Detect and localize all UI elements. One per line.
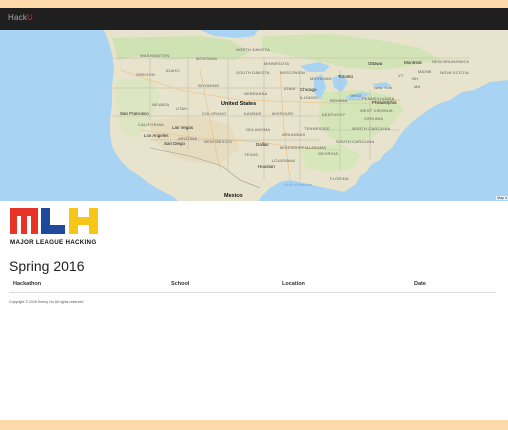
label-louisiana: LOUISIANA xyxy=(272,158,296,163)
label-missouri: MISSOURI xyxy=(272,111,294,116)
label-idaho: IDAHO xyxy=(166,68,180,73)
label-tennessee: TENNESSEE xyxy=(304,126,331,131)
label-california: CALIFORNIA xyxy=(138,122,165,127)
city-toronto: Toronto xyxy=(338,74,354,79)
label-texas: TEXAS xyxy=(244,152,259,157)
label-mexico: Mexico xyxy=(224,193,243,199)
column-header-date[interactable]: Date xyxy=(414,281,426,287)
footer-copyright: Copyright © 2016 Kenny Ho All rights res… xyxy=(9,300,84,304)
city-chicago: Chicago xyxy=(300,87,317,92)
label-new-mexico: NEW MEXICO xyxy=(204,139,233,144)
label-maine: MAINE xyxy=(418,69,432,74)
page-title: Spring 2016 xyxy=(9,258,85,274)
bottom-band xyxy=(0,420,508,430)
label-utah: UTAH xyxy=(176,106,188,111)
label-wyoming: WYOMING xyxy=(198,83,220,88)
brand-prefix: Hack xyxy=(8,13,28,22)
label-georgia: GEORGIA xyxy=(318,151,339,156)
label-oklahoma: OKLAHOMA xyxy=(246,127,271,132)
city-san-diego: San Diego xyxy=(164,141,186,146)
top-band xyxy=(0,0,508,8)
city-las-vegas: Las Vegas xyxy=(172,125,194,130)
label-iowa: IOWA xyxy=(284,86,296,91)
city-new-york: New York xyxy=(374,85,393,90)
mlh-logo[interactable]: MAJOR LEAGUE HACKING xyxy=(10,206,102,252)
label-united-states: United States xyxy=(221,101,257,107)
mlh-logo-h-bar xyxy=(69,217,98,225)
label-alabama: ALABAMA xyxy=(306,145,327,150)
label-south-dakota: SOUTH DAKOTA xyxy=(236,70,270,75)
label-montana: MONTANA xyxy=(196,56,218,61)
label-arkansas: ARKANSAS xyxy=(282,132,306,137)
label-washington: WASHINGTON xyxy=(140,53,170,58)
mlh-logo-m-cut-left xyxy=(17,216,21,234)
brand-logo[interactable]: HackU xyxy=(8,13,33,22)
label-ma: MA xyxy=(414,84,421,89)
city-dallas: Dallas xyxy=(256,142,269,147)
label-wisconsin: WISCONSIN xyxy=(280,70,305,75)
label-minnesota: MINNESOTA xyxy=(264,61,290,66)
label-colorado: COLORADO xyxy=(202,111,227,116)
city-san-francisco: San Francisco xyxy=(120,111,149,116)
label-indiana: INDIANA xyxy=(330,98,348,103)
label-virginia: VIRGINIA xyxy=(364,116,384,121)
label-florida: FLORIDA xyxy=(330,176,349,181)
label-illinois: ILLINOIS xyxy=(300,95,319,100)
mlh-logo-m-block xyxy=(10,208,38,234)
label-gulf-of-mexico: Gulf of Mexico xyxy=(284,182,313,187)
brand-accent: U xyxy=(27,13,34,22)
label-north-dakota: NORTH DAKOTA xyxy=(236,47,270,52)
city-philadelphia: Philadelphia xyxy=(372,100,397,105)
label-north-carolina: NORTH CAROLINA xyxy=(352,126,391,131)
label-south-carolina: SOUTH CAROLINA xyxy=(336,139,375,144)
label-nevada: NEVADA xyxy=(152,102,170,107)
label-new-brunswick: NEW BRUNSWICK xyxy=(432,59,470,64)
map-attribution[interactable]: Map d xyxy=(496,196,508,200)
city-ottawa: Ottawa xyxy=(368,61,383,66)
hackathon-table: Hackathon School Location Date xyxy=(9,278,496,293)
label-kentucky: KENTUCKY xyxy=(322,112,346,117)
navbar: HackU xyxy=(0,8,508,30)
mlh-logo-l-foot xyxy=(41,225,65,234)
label-kansas: KANSAS xyxy=(244,111,262,116)
label-west-virginia: WEST VIRGINIA xyxy=(360,108,393,113)
table-header: Hackathon School Location Date xyxy=(9,278,496,293)
map[interactable]: WASHINGTON MONTANA NORTH DAKOTA MINNESOT… xyxy=(0,30,508,201)
city-los-angeles: Los Angeles xyxy=(144,133,169,138)
label-nova-scotia: NOVA SCOTIA xyxy=(440,70,470,75)
label-michigan: MICHIGAN xyxy=(310,76,332,81)
city-houston: Houston xyxy=(258,164,275,169)
mlh-logo-m-cut-right xyxy=(27,216,31,234)
label-nh: NH xyxy=(412,76,419,81)
column-header-location[interactable]: Location xyxy=(282,281,305,287)
label-nebraska: NEBRASKA xyxy=(244,91,268,96)
label-oregon: OREGON xyxy=(136,72,155,77)
label-ohio: OHIO xyxy=(350,93,362,98)
city-montreal: Montreal xyxy=(404,60,422,65)
column-header-hackathon[interactable]: Hackathon xyxy=(13,281,41,287)
label-vt: VT xyxy=(398,73,404,78)
column-header-school[interactable]: School xyxy=(171,281,189,287)
mlh-logo-tagline: MAJOR LEAGUE HACKING xyxy=(10,239,96,246)
label-mississippi: MISSISSIPPI xyxy=(280,145,306,150)
